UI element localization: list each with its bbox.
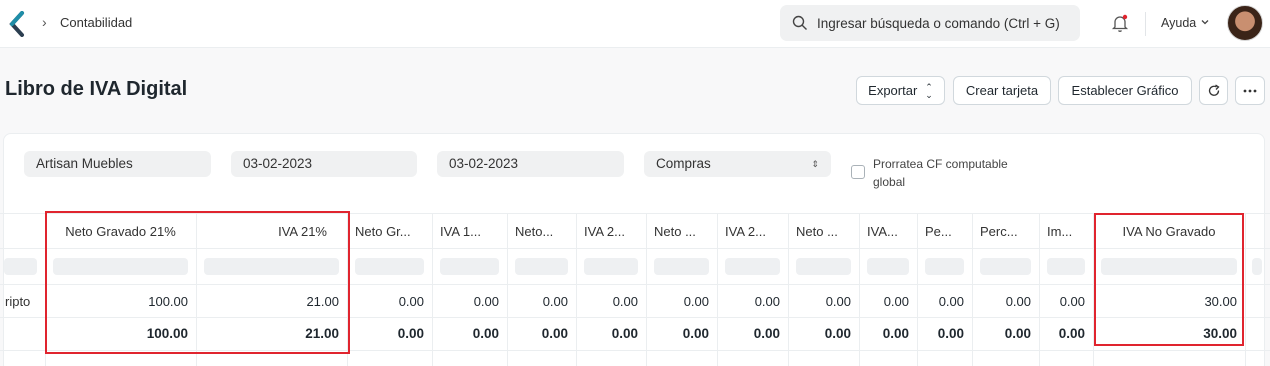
updown-chevron-icon: ⌃ ⌄	[925, 81, 933, 100]
table-cell: 0.00	[825, 294, 851, 309]
column-filter-input[interactable]	[440, 258, 499, 275]
column-header[interactable]: Neto ...	[654, 224, 713, 239]
column-filter-input	[1252, 258, 1262, 275]
table-cell: 0.00	[612, 294, 638, 309]
search-placeholder: Ingresar búsqueda o comando (Ctrl + G)	[817, 16, 1060, 31]
total-cell: 0.00	[753, 326, 780, 341]
column-divider	[1039, 213, 1040, 366]
total-cell: 0.00	[937, 326, 964, 341]
first-column-fragment: ripto	[5, 294, 31, 309]
column-divider	[432, 213, 433, 366]
table-cell: 0.00	[683, 294, 709, 309]
more-dots-icon	[1243, 89, 1257, 92]
column-divider	[646, 213, 647, 366]
column-header[interactable]: Perc...	[980, 224, 1035, 239]
table-cell: 0.00	[542, 294, 568, 309]
column-filter-input[interactable]	[980, 258, 1031, 275]
to-date-filter[interactable]: 03-02-2023	[437, 151, 624, 177]
column-filter-input[interactable]	[515, 258, 568, 275]
company-filter[interactable]: Artisan Muebles	[24, 151, 211, 177]
column-divider	[507, 213, 508, 366]
total-cell: 0.00	[611, 326, 638, 341]
refresh-button[interactable]	[1199, 76, 1228, 105]
table-cell: 0.00	[398, 294, 424, 309]
breadcrumb-contabilidad[interactable]: Contabilidad	[60, 15, 132, 30]
breadcrumb-chevron-icon: ›	[42, 14, 47, 30]
app-logo-icon[interactable]	[8, 11, 26, 37]
column-header[interactable]: IVA...	[867, 224, 913, 239]
column-filter-input[interactable]	[796, 258, 851, 275]
column-divider	[859, 213, 860, 366]
highlight-box-iva-no-gravado	[1094, 213, 1244, 346]
prorate-checkbox-label: Prorratea CF computable global	[873, 157, 1008, 189]
column-divider	[576, 213, 577, 366]
navbar-divider	[1145, 12, 1146, 36]
column-filter-input[interactable]	[654, 258, 709, 275]
search-icon	[792, 15, 807, 30]
export-button-label: Exportar	[868, 83, 918, 98]
create-card-button[interactable]: Crear tarjeta	[953, 76, 1051, 105]
column-header[interactable]: Neto Gr...	[355, 224, 428, 239]
total-cell: 0.00	[472, 326, 499, 341]
filter-input-skeleton	[4, 258, 37, 275]
table-cell: 0.00	[754, 294, 780, 309]
column-header[interactable]: IVA 2...	[725, 224, 784, 239]
column-header[interactable]: Neto ...	[796, 224, 855, 239]
column-filter-input[interactable]	[867, 258, 909, 275]
column-filter-input[interactable]	[584, 258, 638, 275]
column-divider	[717, 213, 718, 366]
column-filter-input[interactable]	[355, 258, 424, 275]
from-date-filter[interactable]: 03-02-2023	[231, 151, 417, 177]
chevron-down-icon[interactable]	[1200, 17, 1210, 27]
column-divider	[972, 213, 973, 366]
search-bar[interactable]: Ingresar búsqueda o comando (Ctrl + G)	[780, 5, 1080, 41]
user-avatar[interactable]	[1227, 5, 1263, 41]
column-filter-input[interactable]	[925, 258, 964, 275]
type-select[interactable]: Compras ⇕	[644, 151, 831, 177]
notification-bell-icon[interactable]	[1111, 13, 1129, 33]
type-select-value: Compras	[656, 156, 711, 171]
prorate-checkbox[interactable]	[851, 165, 865, 179]
column-header[interactable]: Pe...	[925, 224, 968, 239]
top-navbar: › Contabilidad Ingresar búsqueda o coman…	[0, 0, 1270, 48]
column-divider	[788, 213, 789, 366]
updown-chevron-icon: ⇕	[811, 159, 819, 169]
column-header[interactable]: Im...	[1047, 224, 1089, 239]
total-cell: 0.00	[682, 326, 709, 341]
column-header[interactable]: IVA 2...	[584, 224, 642, 239]
column-divider	[1245, 213, 1246, 366]
total-cell: 0.00	[541, 326, 568, 341]
table-cell: 0.00	[1005, 294, 1031, 309]
total-cell: 0.00	[397, 326, 424, 341]
column-header[interactable]: IVA 1...	[440, 224, 503, 239]
export-button[interactable]: Exportar ⌃ ⌄	[856, 76, 945, 105]
more-options-button[interactable]	[1235, 76, 1265, 105]
table-cell: 0.00	[473, 294, 499, 309]
set-chart-button[interactable]: Establecer Gráfico	[1058, 76, 1192, 105]
total-cell: 0.00	[1058, 326, 1085, 341]
highlight-box-iva-21	[45, 211, 350, 354]
help-menu[interactable]: Ayuda	[1161, 16, 1196, 30]
table-cell: 0.00	[938, 294, 964, 309]
page-title: Libro de IVA Digital	[5, 78, 188, 100]
table-cell: 0.00	[883, 294, 909, 309]
column-filter-input[interactable]	[1047, 258, 1085, 275]
total-cell: 0.00	[882, 326, 909, 341]
column-filter-input[interactable]	[725, 258, 780, 275]
column-header[interactable]: Neto...	[515, 224, 572, 239]
column-divider	[917, 213, 918, 366]
total-cell: 0.00	[1004, 326, 1031, 341]
total-cell: 0.00	[824, 326, 851, 341]
refresh-icon	[1208, 83, 1220, 96]
table-cell: 0.00	[1059, 294, 1085, 309]
